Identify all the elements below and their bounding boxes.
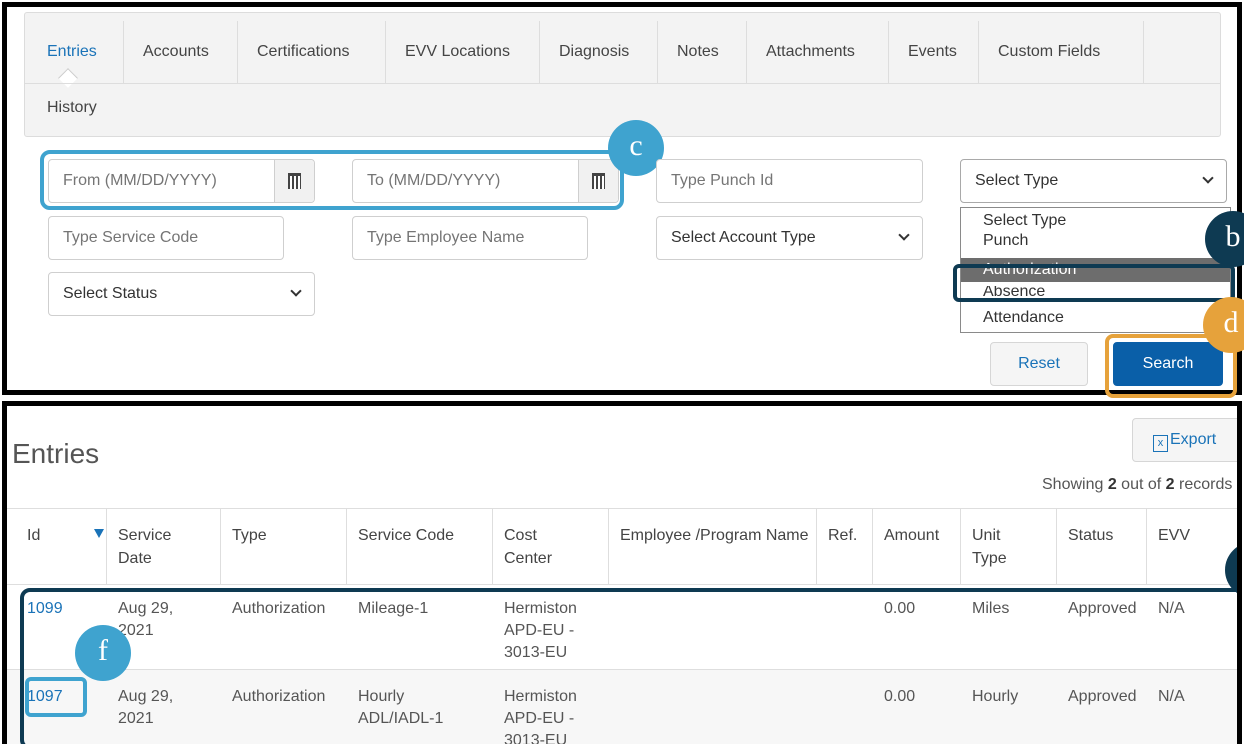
filter-panel: Entries Accounts Certifications EVV Loca… (2, 2, 1244, 398)
tab-custom-fields[interactable]: Custom Fields (998, 43, 1100, 79)
type-option-select-type[interactable]: Select Type (961, 209, 1230, 233)
status-select-value: Select Status (63, 285, 158, 302)
column-header-status[interactable]: Status (1068, 524, 1113, 547)
punch-id-field[interactable] (656, 159, 923, 203)
tab-events[interactable]: Events (908, 43, 957, 79)
column-header-amount[interactable]: Amount (884, 524, 939, 547)
employee-name-input[interactable] (367, 217, 573, 259)
column-header-service-date[interactable]: Service Date (118, 524, 208, 570)
account-type-value: Select Account Type (671, 229, 816, 246)
tab-accounts[interactable]: Accounts (143, 43, 209, 79)
type-option-attendance[interactable]: Attendance (961, 306, 1230, 330)
callout-e-outline (20, 588, 1237, 744)
status-select[interactable]: Select Status (48, 272, 315, 316)
column-header-unit-type[interactable]: Unit Type (972, 524, 1032, 570)
service-code-field[interactable] (48, 216, 284, 260)
tab-attachments[interactable]: Attachments (766, 43, 855, 79)
tab-diagnosis[interactable]: Diagnosis (559, 43, 629, 79)
entries-title: Entries (12, 438, 100, 469)
tab-evv-locations[interactable]: EVV Locations (405, 43, 510, 79)
excel-icon: x (1153, 435, 1168, 452)
sort-descending-icon[interactable] (94, 529, 104, 538)
callout-f-badge: f (75, 625, 131, 681)
type-select-value: Select Type (975, 172, 1059, 189)
export-button[interactable]: x Export (1132, 418, 1237, 462)
column-header-cost-center[interactable]: Cost Center (504, 524, 584, 570)
tab-bar: Entries Accounts Certifications EVV Loca… (24, 12, 1221, 137)
callout-c-outline (40, 150, 624, 210)
employee-name-field[interactable] (352, 216, 588, 260)
records-count: Showing 2 out of 2 records (1042, 476, 1233, 493)
service-code-input[interactable] (63, 217, 269, 259)
column-header-ref[interactable]: Ref. (828, 524, 857, 547)
entries-panel: Entries x Export Showing 2 out of 2 recor… (2, 401, 1242, 744)
chevron-down-icon (1202, 172, 1214, 184)
column-header-type[interactable]: Type (232, 524, 267, 547)
column-header-employee-program-name[interactable]: Employee /Program Name (620, 524, 810, 547)
type-select[interactable]: Select Type (960, 159, 1227, 203)
chevron-down-icon (898, 229, 910, 241)
callout-b-outline (953, 264, 1235, 302)
column-header-id[interactable]: Id (27, 524, 40, 547)
tab-history[interactable]: History (47, 99, 97, 135)
column-header-service-code[interactable]: Service Code (358, 524, 454, 547)
tab-notes[interactable]: Notes (677, 43, 719, 79)
type-option-punch[interactable]: Punch (961, 233, 1230, 251)
export-label: Export (1170, 431, 1217, 448)
reset-button[interactable]: Reset (990, 342, 1088, 386)
column-header-evv[interactable]: EVV (1158, 524, 1190, 547)
punch-id-input[interactable] (671, 160, 908, 202)
account-type-select[interactable]: Select Account Type (656, 216, 923, 260)
tab-certifications[interactable]: Certifications (257, 43, 349, 79)
callout-f-outline (25, 677, 87, 717)
chevron-down-icon (290, 285, 302, 297)
